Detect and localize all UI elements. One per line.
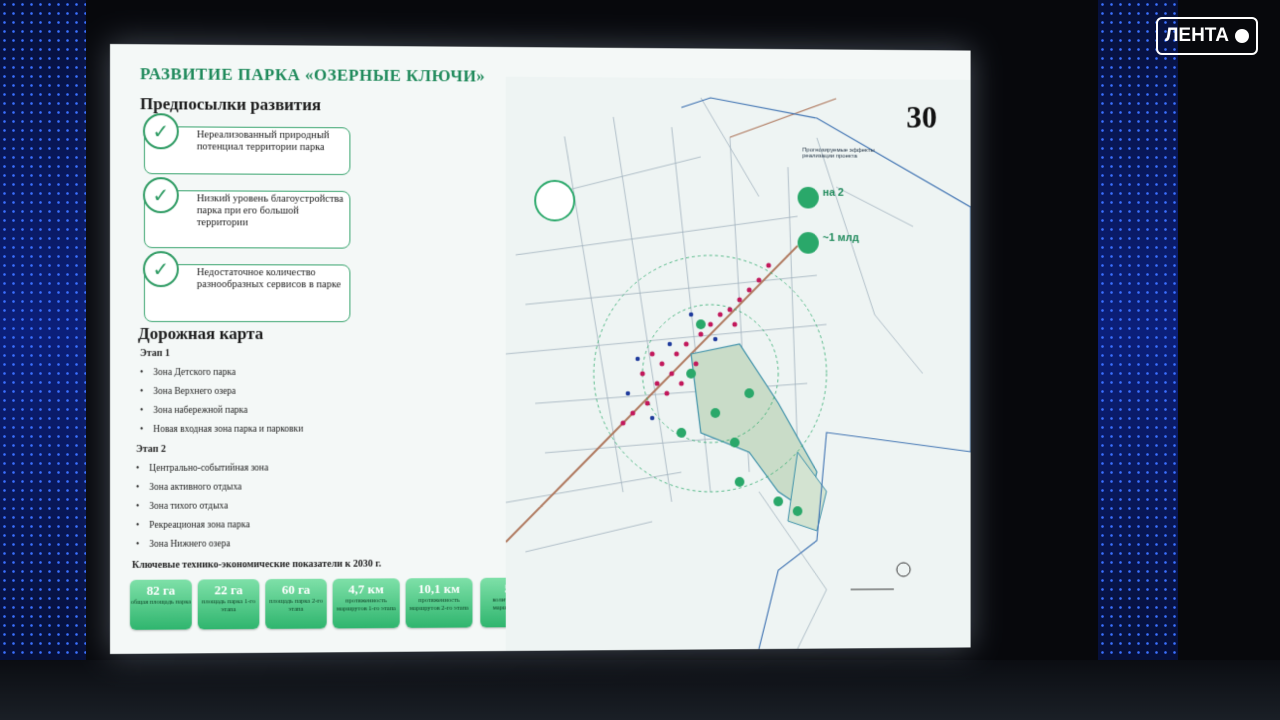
stage2-item: Зона тихого отдыха xyxy=(136,502,228,512)
kpi-desc: общая площадь парка xyxy=(130,598,191,606)
stage2-item: Зона активного отдыха xyxy=(136,483,242,493)
kpi-card: 82 га общая площадь парка xyxy=(129,579,192,630)
logo-text: ЛЕНТА xyxy=(1165,25,1229,46)
kpi-desc: площадь парка 2-го этапа xyxy=(269,597,323,613)
kpi-value: 10,1 км xyxy=(418,580,460,597)
prerequisite-text: Недостаточное количество разнообразных с… xyxy=(196,267,342,291)
stage1-item: Новая входная зона парка и парковки xyxy=(140,425,303,435)
kpi-desc: площадь парка 1-го этапа xyxy=(201,598,256,613)
prerequisite-card: ✓ Недостаточное количество разнообразных… xyxy=(142,251,351,323)
effect-value: на 2 xyxy=(822,186,844,199)
check-icon: ✓ xyxy=(142,113,179,150)
money-icon xyxy=(797,232,819,254)
kpi-value: 82 га xyxy=(146,582,176,598)
check-icon: ✓ xyxy=(142,177,179,214)
kpi-card: 22 га площадь парка 1-го этапа xyxy=(197,579,260,630)
kpi-title: Ключевые технико-экономические показател… xyxy=(131,558,382,571)
page-number: 30 xyxy=(906,99,938,135)
slide-title: РАЗВИТИЕ ПАРКА «ОЗЕРНЫЕ КЛЮЧИ» xyxy=(139,64,486,86)
stage2-item: Рекреационая зона парка xyxy=(136,520,250,530)
prerequisite-card: ✓ Низкий уровень благоустройства парка п… xyxy=(142,177,351,249)
stage-floor xyxy=(0,660,1280,720)
stage1-item: Зона Детского парка xyxy=(140,368,235,378)
kpi-card: 10,1 км протяженность маршрутов 2-го эта… xyxy=(405,577,473,628)
prerequisite-text: Нереализованный природный потенциал терр… xyxy=(196,129,330,154)
stage1-item: Зона набережной парка xyxy=(140,406,247,416)
kpi-value: 60 га xyxy=(281,581,311,597)
kpi-desc: протяженность маршрутов 1-го этапа xyxy=(336,597,396,613)
map-legend-title: Прогнозируемые эффекты реализации проект… xyxy=(802,147,875,160)
logo-dot-icon xyxy=(1234,29,1249,43)
prerequisites-heading: Предпосылки развития xyxy=(139,94,321,115)
projection-screen: РАЗВИТИЕ ПАРКА «ОЗЕРНЫЕ КЛЮЧИ» Предпосыл… xyxy=(110,44,971,654)
stage2-item: Центрально-событийная зона xyxy=(136,464,268,474)
kpi-card: 60 га площадь парка 2-го этапа xyxy=(265,578,327,629)
stage2-label: Этап 2 xyxy=(135,443,166,455)
stage1-item: Зона Верхнего озера xyxy=(140,387,236,397)
park-map xyxy=(505,76,971,651)
kpi-value: 4,7 км xyxy=(348,581,384,597)
effect-value: ~1 млд xyxy=(822,232,859,244)
kpi-value: 22 га xyxy=(214,582,243,598)
stage2-item: Зона Нижнего озера xyxy=(136,539,230,549)
compass-icon xyxy=(535,181,574,221)
check-icon: ✓ xyxy=(142,251,179,288)
kpi-desc: протяженность маршрутов 2-го этапа xyxy=(409,596,469,612)
led-screen-left xyxy=(0,0,86,660)
people-icon xyxy=(797,186,819,209)
prerequisite-text: Низкий уровень благоустройства парка при… xyxy=(196,193,344,229)
led-screen-right xyxy=(1098,0,1178,660)
lenta-logo[interactable]: ЛЕНТА xyxy=(1156,17,1258,55)
kpi-card: 4,7 км протяженность маршрутов 1-го этап… xyxy=(332,578,400,629)
prerequisite-card: ✓ Нереализованный природный потенциал те… xyxy=(142,113,351,176)
roadmap-heading: Дорожная карта xyxy=(137,324,264,344)
stage1-label: Этап 1 xyxy=(139,348,170,359)
